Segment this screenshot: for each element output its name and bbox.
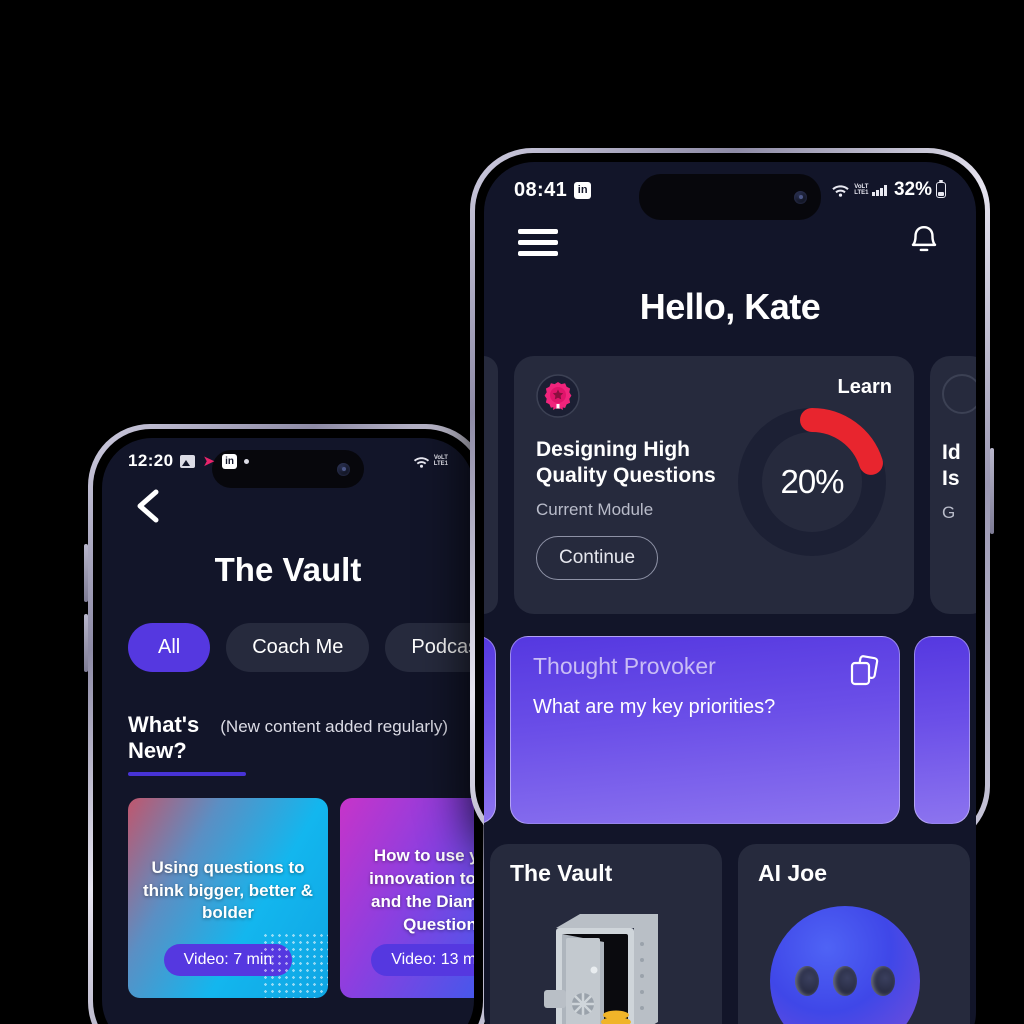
thought-provoker-carousel[interactable]: Thought Provoker What are my key priorit…	[484, 636, 976, 824]
learn-card-tag: Learn	[837, 376, 892, 398]
send-icon: ➤	[202, 452, 216, 470]
linkedin-icon: in	[222, 453, 238, 469]
whats-new-header: What's New? (New content added regularly…	[102, 712, 474, 764]
tile-title: The Vault	[510, 860, 613, 886]
ai-joe-sphere-icon	[770, 906, 920, 1024]
chevron-left-icon	[137, 489, 159, 523]
thought-provoker-title: Thought Provoker	[533, 653, 716, 679]
wifi-icon	[832, 185, 849, 197]
hamburger-icon[interactable]	[518, 228, 558, 256]
filter-pill-podcasts[interactable]: Podcasts	[385, 623, 474, 672]
status-right-group: VoLT LTE1 32%	[831, 179, 946, 201]
status-left-group: 08:41 in	[514, 178, 592, 202]
award-rosette-icon	[536, 374, 580, 418]
volume-up-button[interactable]	[84, 544, 88, 602]
learn-carousel[interactable]: Learn Designing High Quality Questions C…	[484, 356, 976, 614]
image-icon	[180, 454, 196, 468]
bell-icon[interactable]	[906, 224, 942, 260]
content-card-badge: Video: 13 min	[371, 944, 474, 976]
app-screen-vault: 12:20 ➤ in VoLT LTE1 The Vault All Coach…	[102, 438, 474, 1024]
status-left-group: 12:20 ➤ in	[128, 451, 250, 471]
filter-pill-row: All Coach Me Podcasts	[102, 623, 474, 672]
status-time: 12:20	[128, 451, 174, 470]
dot-pattern-decoration	[262, 932, 328, 998]
content-card-row: Using questions to think bigger, better …	[102, 798, 474, 998]
filter-pill-coach-me[interactable]: Coach Me	[226, 623, 370, 672]
wifi-icon	[413, 456, 429, 468]
carousel-peek-card-right[interactable]: Id Is G	[930, 356, 976, 614]
filter-pill-all[interactable]: All	[128, 623, 211, 672]
carousel-peek-card-left[interactable]	[484, 356, 498, 614]
learn-card[interactable]: Learn Designing High Quality Questions C…	[514, 356, 914, 614]
greeting-title: Hello, Kate	[639, 286, 821, 327]
peek-badge-icon	[942, 374, 976, 414]
page-title: The Vault	[214, 551, 362, 588]
progress-percent-label: 20%	[780, 463, 844, 500]
volte-label-2: LTE1	[854, 190, 869, 196]
signal-bars-icon	[872, 184, 887, 196]
phone-device-left: 12:20 ➤ in VoLT LTE1 The Vault All Coach…	[84, 424, 488, 1024]
phone-bezel-right: 08:41 in VoLT LTE1 32% Hello, Kate Learn…	[475, 153, 985, 1024]
linkedin-icon: in	[574, 181, 592, 199]
content-card[interactable]: How to use your innovation toolkit and t…	[340, 798, 474, 998]
status-right-group: VoLT LTE1	[413, 455, 448, 468]
peek-line-1: Id	[942, 441, 961, 464]
status-bar-right: 08:41 in VoLT LTE1 32%	[484, 162, 976, 218]
tile-the-vault[interactable]: The Vault	[490, 844, 722, 1024]
volume-down-button[interactable]	[84, 614, 88, 672]
thought-provoker-peek-right[interactable]	[914, 636, 970, 824]
whats-new-note: (New content added regularly)	[220, 717, 448, 736]
phone-bezel-left: 12:20 ➤ in VoLT LTE1 The Vault All Coach…	[93, 429, 483, 1024]
content-card-title: Using questions to think bigger, better …	[142, 857, 314, 923]
app-screen-home: 08:41 in VoLT LTE1 32% Hello, Kate Learn…	[484, 162, 976, 1024]
power-button[interactable]	[990, 448, 994, 534]
volte-label-2: LTE1	[433, 461, 448, 467]
section-underline	[128, 772, 246, 776]
thought-provoker-peek-left[interactable]	[484, 636, 496, 824]
whats-new-title: What's New?	[128, 712, 200, 763]
tile-title: AI Joe	[758, 860, 828, 886]
feature-tile-row: The Vault AI Joe	[490, 844, 970, 1024]
tile-ai-joe[interactable]: AI Joe	[738, 844, 970, 1024]
battery-icon	[936, 180, 946, 198]
peek-line-3: G	[942, 502, 956, 522]
thought-provoker-question: What are my key priorities?	[533, 696, 776, 718]
status-bar-left: 12:20 ➤ in VoLT LTE1	[102, 438, 474, 484]
app-top-nav	[484, 218, 976, 260]
screenshot-stage: 12:20 ➤ in VoLT LTE1 The Vault All Coach…	[0, 0, 1024, 1024]
battery-percent: 32%	[893, 179, 932, 200]
thought-provoker-card[interactable]: Thought Provoker What are my key priorit…	[510, 636, 900, 824]
learn-card-title: Designing High Quality Questions	[536, 438, 716, 488]
back-button[interactable]	[102, 484, 474, 529]
continue-button[interactable]: Continue	[536, 535, 659, 580]
vault-safe-icon	[544, 914, 658, 1024]
progress-ring: 20%	[734, 404, 890, 560]
peek-line-2: Is	[942, 467, 960, 491]
content-card[interactable]: Using questions to think bigger, better …	[128, 798, 328, 998]
content-card-title: How to use your innovation toolkit and t…	[369, 846, 474, 934]
cards-stack-icon[interactable]	[847, 655, 881, 689]
dot-icon	[244, 458, 250, 464]
status-time: 08:41	[514, 178, 568, 201]
phone-device-right: 08:41 in VoLT LTE1 32% Hello, Kate Learn…	[470, 148, 994, 1024]
